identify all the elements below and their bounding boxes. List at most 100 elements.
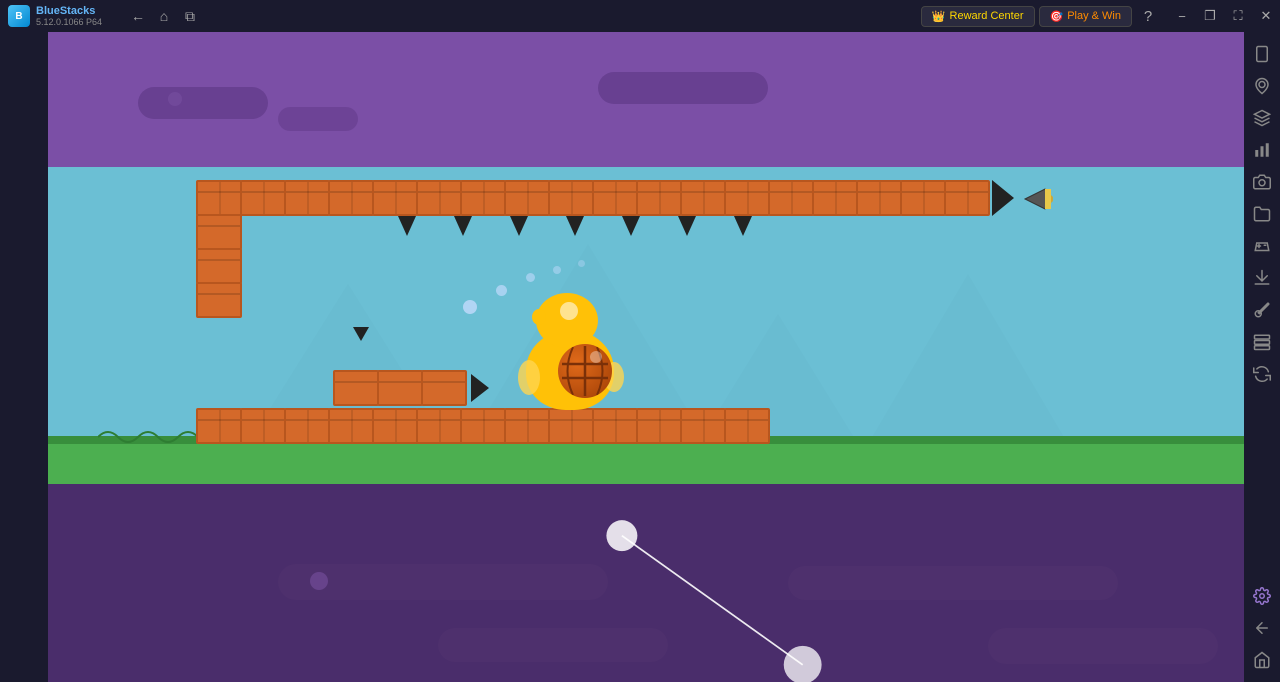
brick-bot-1 (196, 408, 242, 444)
bottom-brick-row (196, 408, 770, 444)
sidebar-location-icon[interactable] (1248, 72, 1276, 100)
play-win-button[interactable]: 🎯 Play & Win (1039, 6, 1133, 27)
brick (680, 180, 726, 216)
sidebar-download-icon[interactable] (1248, 264, 1276, 292)
brick-left-1 (196, 214, 242, 250)
top-brick-row (196, 180, 1014, 216)
reward-center-label: Reward Center (950, 10, 1024, 22)
brick (460, 180, 506, 216)
arrow-down-small (353, 327, 369, 341)
brick-mid-1 (333, 370, 379, 406)
brick-bot-7 (460, 408, 506, 444)
sidebar-layers-icon[interactable] (1248, 104, 1276, 132)
bluestacks-logo: B (8, 5, 30, 27)
spike-6 (678, 216, 696, 236)
minimize-button[interactable]: − (1168, 0, 1196, 32)
help-button[interactable]: ? (1136, 4, 1160, 28)
trail-dot-1 (463, 300, 477, 314)
restore-button[interactable]: ❐ (1196, 0, 1224, 32)
brick-mid-3 (421, 370, 467, 406)
scroll-strip (0, 32, 48, 682)
brick (900, 180, 946, 216)
brick (812, 180, 858, 216)
deco-platform-1 (138, 87, 268, 119)
window-controls: − ❐ ⛶ ✕ (1168, 0, 1280, 32)
brick-bot-12 (680, 408, 726, 444)
brick (548, 180, 594, 216)
brick (240, 180, 286, 216)
char-side-l (518, 360, 540, 395)
game-bg-purple (48, 32, 1244, 167)
sidebar-back2-icon[interactable] (1248, 614, 1276, 642)
multi-button[interactable]: ⧉ (178, 4, 202, 28)
lower-game-area[interactable] (48, 484, 1244, 682)
deco-platform-4 (278, 107, 358, 131)
deco-platform-2 (168, 92, 182, 106)
sidebar-camera-icon[interactable] (1248, 168, 1276, 196)
brick-bot-4 (328, 408, 374, 444)
brick-bot-2 (240, 408, 286, 444)
brick-bot-3 (284, 408, 330, 444)
brick-left-3 (196, 282, 242, 318)
deco-platform-3 (598, 72, 768, 104)
brick (636, 180, 682, 216)
app-name: BlueStacks (36, 5, 102, 17)
trail-dot-2 (496, 285, 507, 296)
spike-7 (734, 216, 752, 236)
brick-bot-10 (592, 408, 638, 444)
brick (284, 180, 330, 216)
home-button[interactable]: ⌂ (152, 4, 176, 28)
sidebar-brush-icon[interactable] (1248, 296, 1276, 324)
spike-1 (398, 216, 416, 236)
spike-4 (566, 216, 584, 236)
brick-bot-8 (504, 408, 550, 444)
brick-arrow-right (992, 180, 1014, 216)
sidebar-stack-icon[interactable] (1248, 328, 1276, 356)
sidebar-home3-icon[interactable] (1248, 646, 1276, 674)
close-button[interactable]: ✕ (1252, 0, 1280, 32)
sidebar-gamepad-icon[interactable] (1248, 232, 1276, 260)
brick-bot-9 (548, 408, 594, 444)
trail-dot-4 (553, 266, 561, 274)
back-button[interactable]: ← (126, 4, 150, 28)
spike-5 (622, 216, 640, 236)
bg-triangle-4 (868, 274, 1068, 444)
brick (724, 180, 770, 216)
brick (944, 180, 990, 216)
char-shine (560, 302, 578, 320)
titlebar-actions: 👑 Reward Center 🎯 Play & Win ? (913, 4, 1168, 28)
brick (504, 180, 550, 216)
spike-2 (454, 216, 472, 236)
brick-bot-13 (724, 408, 770, 444)
spike-3 (510, 216, 528, 236)
app-version: 5.12.0.1066 P64 (36, 17, 102, 27)
game-viewport[interactable] (48, 32, 1244, 484)
sidebar-folder-icon[interactable] (1248, 200, 1276, 228)
trail-dot-3 (526, 273, 535, 282)
mid-platform (333, 370, 489, 406)
brick (856, 180, 902, 216)
brick (328, 180, 374, 216)
brick-mid-2 (377, 370, 423, 406)
brick (592, 180, 638, 216)
nav-buttons: ← ⌂ ⧉ (120, 4, 208, 28)
trail-dot-5 (578, 260, 585, 267)
right-sidebar (1244, 32, 1280, 682)
game-container[interactable] (0, 32, 1244, 682)
app-logo-area: B BlueStacks 5.12.0.1066 P64 (0, 5, 120, 27)
reward-center-button[interactable]: 👑 Reward Center (921, 6, 1035, 27)
sidebar-phone-icon[interactable] (1248, 40, 1276, 68)
spikes-row (398, 216, 752, 236)
maximize-button[interactable]: ⛶ (1224, 0, 1252, 32)
sidebar-settings-icon[interactable] (1248, 582, 1276, 610)
brick-bot-6 (416, 408, 462, 444)
play-win-icon: 🎯 (1050, 10, 1064, 23)
sidebar-refresh-icon[interactable] (1248, 360, 1276, 388)
brick (372, 180, 418, 216)
sidebar-chart-icon[interactable] (1248, 136, 1276, 164)
brick-bot-11 (636, 408, 682, 444)
char-ear (532, 309, 546, 325)
play-win-label: Play & Win (1067, 10, 1121, 22)
mid-platform-arrow (471, 374, 489, 402)
aim-line-container (48, 484, 1244, 682)
